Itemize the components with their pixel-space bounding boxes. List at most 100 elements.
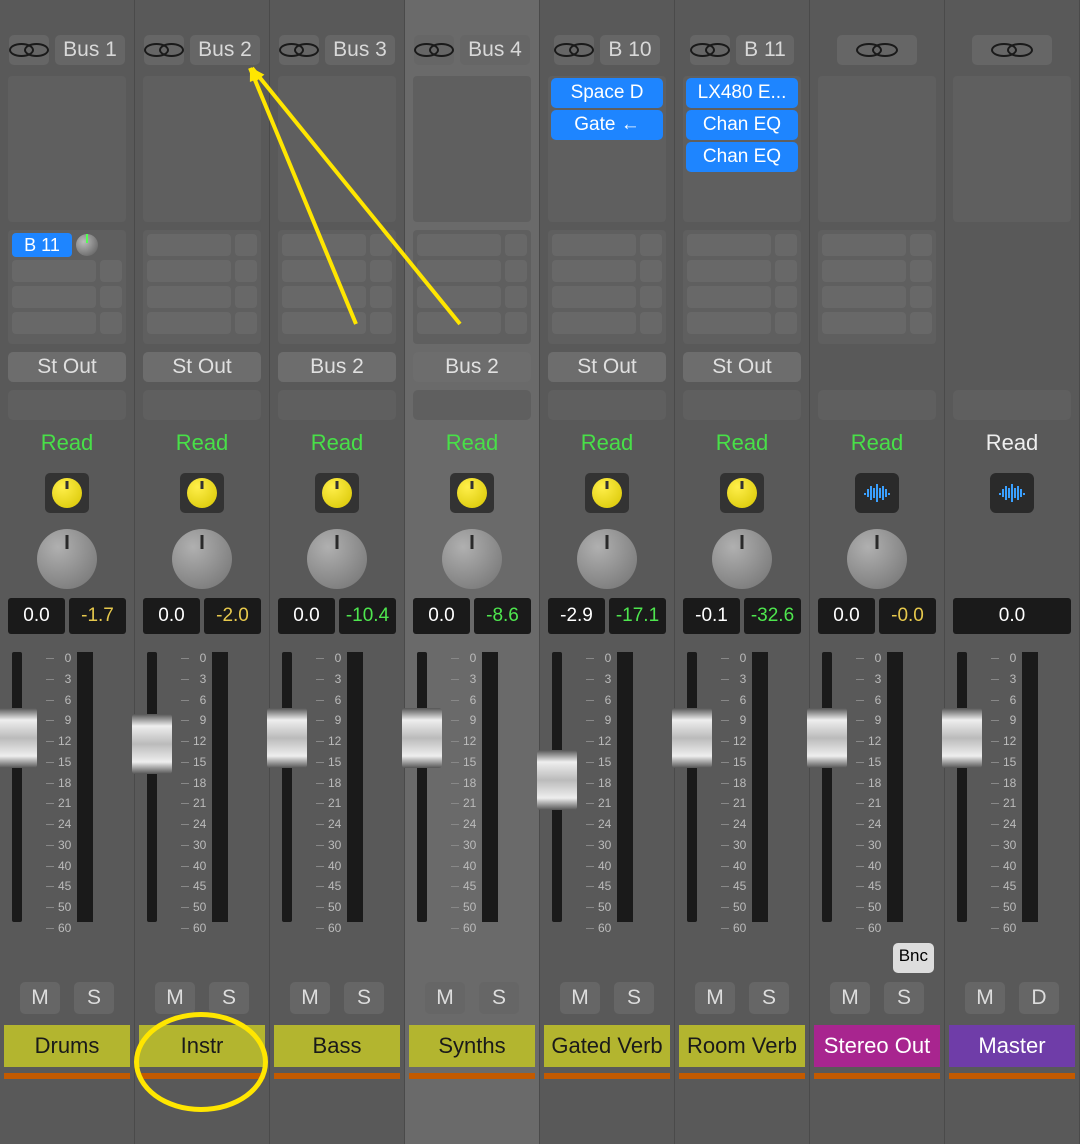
fader-cap[interactable]	[672, 708, 712, 768]
balance-knob[interactable]	[847, 529, 907, 589]
fader-cap[interactable]	[267, 708, 307, 768]
solo-button[interactable]: S	[884, 982, 924, 1014]
stereo-icon[interactable]	[279, 35, 319, 65]
stereo-icon[interactable]	[690, 35, 730, 65]
mute-button[interactable]: M	[695, 982, 735, 1014]
pan-knob[interactable]	[180, 473, 224, 513]
pan-knob[interactable]	[450, 473, 494, 513]
input-bus-label[interactable]: B 10	[600, 35, 659, 65]
channel-name[interactable]: Instr	[139, 1025, 265, 1067]
channel-name[interactable]: Synths	[409, 1025, 535, 1067]
automation-mode[interactable]: Read	[143, 428, 261, 458]
automation-mode[interactable]: Read	[683, 428, 801, 458]
inserts-area[interactable]: LX480 E...Chan EQChan EQ	[683, 76, 801, 222]
fader-track[interactable]	[957, 652, 967, 922]
channel-name[interactable]: Drums	[4, 1025, 130, 1067]
automation-mode[interactable]: Read	[8, 428, 126, 458]
metering-icon[interactable]	[855, 473, 899, 513]
group-slot[interactable]	[683, 390, 801, 420]
inserts-area[interactable]	[278, 76, 396, 222]
input-bus-label[interactable]: Bus 1	[55, 35, 125, 65]
output-routing[interactable]: Bus 2	[278, 352, 396, 382]
fader-cap[interactable]	[402, 708, 442, 768]
mute-button[interactable]: M	[290, 982, 330, 1014]
output-routing[interactable]: St Out	[548, 352, 666, 382]
input-bus-label[interactable]: Bus 3	[325, 35, 395, 65]
fader-cap[interactable]	[0, 708, 37, 768]
fader-track[interactable]	[822, 652, 832, 922]
group-slot[interactable]	[8, 390, 126, 420]
group-slot[interactable]	[278, 390, 396, 420]
sends-area[interactable]	[278, 230, 396, 344]
pan-knob[interactable]	[315, 473, 359, 513]
insert-plugin[interactable]: LX480 E...	[686, 78, 798, 108]
stereo-icon[interactable]	[837, 35, 917, 65]
inserts-area[interactable]	[953, 76, 1071, 222]
channel-name[interactable]: Master	[949, 1025, 1075, 1067]
automation-mode[interactable]: Read	[953, 428, 1071, 458]
group-slot[interactable]	[143, 390, 261, 420]
mute-button[interactable]: M	[830, 982, 870, 1014]
fader-track[interactable]	[12, 652, 22, 922]
fader-db[interactable]: 0.0	[8, 598, 65, 634]
pan-knob[interactable]	[585, 473, 629, 513]
group-slot[interactable]	[953, 390, 1071, 420]
fader-db[interactable]: 0.0	[413, 598, 470, 634]
inserts-area[interactable]	[8, 76, 126, 222]
stereo-icon[interactable]	[9, 35, 49, 65]
inserts-area[interactable]	[818, 76, 936, 222]
balance-knob[interactable]	[577, 529, 637, 589]
fader-track[interactable]	[147, 652, 157, 922]
inserts-area[interactable]	[413, 76, 531, 222]
group-slot[interactable]	[413, 390, 531, 420]
solo-button[interactable]: S	[614, 982, 654, 1014]
balance-knob[interactable]	[307, 529, 367, 589]
pan-knob[interactable]	[45, 473, 89, 513]
solo-button[interactable]: S	[74, 982, 114, 1014]
output-routing[interactable]: St Out	[8, 352, 126, 382]
fader-db[interactable]: 0.0	[818, 598, 875, 634]
sends-area[interactable]	[143, 230, 261, 344]
fader-cap[interactable]	[807, 708, 847, 768]
insert-plugin[interactable]: Chan EQ	[686, 142, 798, 172]
mute-button[interactable]: M	[155, 982, 195, 1014]
balance-knob[interactable]	[37, 529, 97, 589]
sends-area[interactable]	[413, 230, 531, 344]
channel-name[interactable]: Room Verb	[679, 1025, 805, 1067]
fader-db[interactable]: 0.0	[953, 598, 1071, 634]
output-routing[interactable]: Bus 2	[413, 352, 531, 382]
sends-area[interactable]	[683, 230, 801, 344]
group-slot[interactable]	[818, 390, 936, 420]
insert-plugin[interactable]: Chan EQ	[686, 110, 798, 140]
automation-mode[interactable]: Read	[413, 428, 531, 458]
send-bus-label[interactable]: B 11	[12, 233, 72, 257]
inserts-area[interactable]: Space DGate ←	[548, 76, 666, 222]
fader-track[interactable]	[417, 652, 427, 922]
input-bus-label[interactable]: B 11	[736, 35, 794, 65]
inserts-area[interactable]	[143, 76, 261, 222]
stereo-icon[interactable]	[414, 35, 454, 65]
bounce-button[interactable]: Bnc	[893, 943, 934, 973]
solo-button[interactable]: S	[749, 982, 789, 1014]
sends-area[interactable]	[548, 230, 666, 344]
solo-button[interactable]: S	[344, 982, 384, 1014]
stereo-icon[interactable]	[972, 35, 1052, 65]
fader-cap[interactable]	[132, 714, 172, 774]
sends-area[interactable]: B 11	[8, 230, 126, 344]
channel-name[interactable]: Bass	[274, 1025, 400, 1067]
balance-knob[interactable]	[172, 529, 232, 589]
channel-name[interactable]: Stereo Out	[814, 1025, 940, 1067]
balance-knob[interactable]	[712, 529, 772, 589]
mute-button[interactable]: M	[560, 982, 600, 1014]
fader-db[interactable]: 0.0	[278, 598, 335, 634]
automation-mode[interactable]: Read	[278, 428, 396, 458]
fader-track[interactable]	[687, 652, 697, 922]
solo-button[interactable]: S	[209, 982, 249, 1014]
metering-icon[interactable]	[990, 473, 1034, 513]
send-knob[interactable]	[76, 234, 98, 256]
input-bus-label[interactable]: Bus 2	[190, 35, 260, 65]
mute-button[interactable]: M	[425, 982, 465, 1014]
stereo-icon[interactable]	[554, 35, 594, 65]
output-routing[interactable]: St Out	[143, 352, 261, 382]
channel-name[interactable]: Gated Verb	[544, 1025, 670, 1067]
